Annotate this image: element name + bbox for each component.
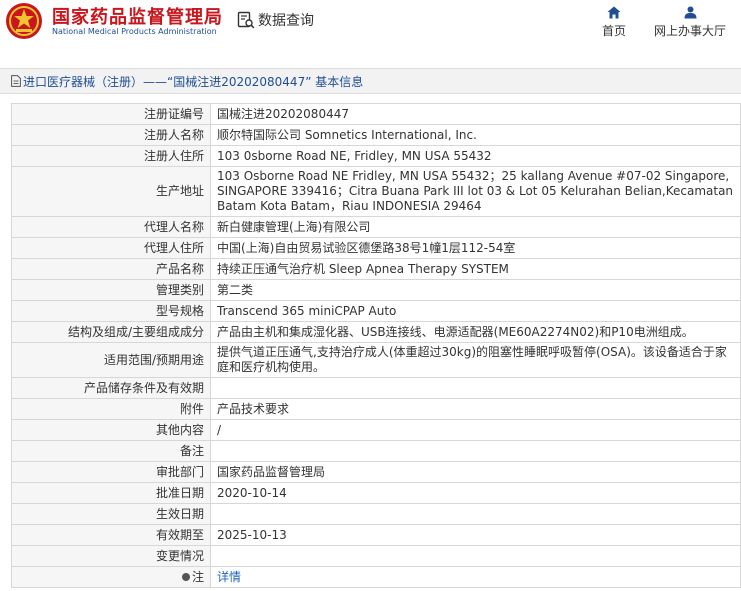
- other-value: /: [210, 419, 741, 441]
- nav-home-label: 首页: [601, 24, 626, 38]
- registration-detail-table: 注册证编号 国械注进20202080447 注册人名称 顺尔特国际公司 Somn…: [11, 103, 741, 588]
- structure-label: 结构及组成/主要组成成分: [11, 321, 211, 343]
- nav-home-link[interactable]: 首页: [600, 6, 628, 39]
- agent-address-value: 中国(上海)自由贸易试验区德堡路38号1幢1层112-54室: [210, 237, 741, 259]
- home-icon: [607, 6, 621, 19]
- search-document-icon: [237, 11, 255, 29]
- registrant-name-label: 注册人名称: [11, 124, 211, 146]
- table-row: 型号规格 Transcend 365 miniCPAP Auto: [11, 300, 741, 322]
- data-query-link[interactable]: 数据查询: [237, 10, 314, 30]
- remarks-value: [210, 440, 741, 462]
- document-icon: [11, 75, 21, 87]
- other-label: 其他内容: [11, 419, 211, 441]
- table-row: 产品储存条件及有效期: [11, 377, 741, 399]
- attachment-label: 附件: [11, 398, 211, 420]
- note-label-cell: 注: [11, 566, 211, 588]
- registrant-address-label: 注册人住所: [11, 145, 211, 167]
- remarks-label: 备注: [11, 440, 211, 462]
- intended-use-value: 提供气道正压通气,支持治疗成人(体重超过30kg)的阻塞性睡眠呼吸暂停(OSA)…: [210, 342, 741, 378]
- table-row: 代理人住所 中国(上海)自由贸易试验区德堡路38号1幢1层112-54室: [11, 237, 741, 259]
- changes-label: 变更情况: [11, 545, 211, 567]
- registration-no-value: 国械注进20202080447: [210, 103, 741, 125]
- agency-name-en: National Medical Products Administration: [52, 27, 217, 36]
- table-row: 批准日期 2020-10-14: [11, 482, 741, 504]
- management-class-value: 第二类: [210, 279, 741, 301]
- agency-name-cn: 国家药品监督管理局: [52, 7, 223, 28]
- info-dot-icon: [181, 573, 190, 581]
- storage-label: 产品储存条件及有效期: [11, 377, 211, 399]
- effective-date-label: 生效日期: [11, 503, 211, 525]
- approval-dept-label: 审批部门: [11, 461, 211, 483]
- registration-no-label: 注册证编号: [11, 103, 211, 125]
- model-spec-value: Transcend 365 miniCPAP Auto: [210, 300, 741, 322]
- nav-online-hall-label: 网上办事大厅: [653, 24, 726, 38]
- nav-online-hall-link[interactable]: 网上办事大厅: [652, 6, 728, 39]
- table-row: 注册证编号 国械注进20202080447: [11, 103, 741, 125]
- table-row: 产品名称 持续正压通气治疗机 Sleep Apnea Therapy SYSTE…: [11, 258, 741, 280]
- table-row: 生效日期: [11, 503, 741, 525]
- valid-until-label: 有效期至: [11, 524, 211, 546]
- table-row: 注 详情: [11, 566, 741, 588]
- user-icon: [684, 6, 696, 19]
- table-row: 注册人住所 103 0sborne Road NE, Fridley, MN U…: [11, 145, 741, 167]
- attachment-value: 产品技术要求: [210, 398, 741, 420]
- registrant-address-value: 103 0sborne Road NE, Fridley, MN USA 554…: [210, 145, 741, 167]
- production-address-label: 生产地址: [11, 166, 211, 217]
- approval-dept-value: 国家药品监督管理局: [210, 461, 741, 483]
- table-row: 其他内容 /: [11, 419, 741, 441]
- table-row: 审批部门 国家药品监督管理局: [11, 461, 741, 483]
- structure-value: 产品由主机和集成湿化器、USB连接线、电源适配器(ME60A2274N02)和P…: [210, 321, 741, 343]
- table-row: 适用范围/预期用途 提供气道正压通气,支持治疗成人(体重超过30kg)的阻塞性睡…: [11, 342, 741, 378]
- intended-use-label: 适用范围/预期用途: [11, 342, 211, 378]
- table-row: 结构及组成/主要组成成分 产品由主机和集成湿化器、USB连接线、电源适配器(ME…: [11, 321, 741, 343]
- storage-value: [210, 377, 741, 399]
- table-row: 变更情况: [11, 545, 741, 567]
- note-label: 注: [191, 569, 204, 584]
- data-query-label: 数据查询: [258, 13, 314, 29]
- details-link[interactable]: 详情: [217, 570, 241, 584]
- effective-date-value: [210, 503, 741, 525]
- agent-name-value: 新白健康管理(上海)有限公司: [210, 216, 741, 238]
- note-value-cell: 详情: [210, 566, 741, 588]
- agency-emblem-icon: [6, 3, 42, 39]
- approval-date-value: 2020-10-14: [210, 482, 741, 504]
- product-name-label: 产品名称: [11, 258, 211, 280]
- table-row: 附件 产品技术要求: [11, 398, 741, 420]
- model-spec-label: 型号规格: [11, 300, 211, 322]
- table-row: 生产地址 103 Osborne Road NE Fridley, MN USA…: [11, 166, 741, 217]
- changes-value: [210, 545, 741, 567]
- table-row: 代理人名称 新白健康管理(上海)有限公司: [11, 216, 741, 238]
- site-header: 国家药品监督管理局 National Medical Products Admi…: [0, 0, 741, 50]
- valid-until-value: 2025-10-13: [210, 524, 741, 546]
- table-row: 管理类别 第二类: [11, 279, 741, 301]
- breadcrumb-text: 进口医疗器械（注册）——“国械注进20202080447” 基本信息: [23, 74, 364, 89]
- table-row: 备注: [11, 440, 741, 462]
- production-address-value: 103 Osborne Road NE Fridley, MN USA 5543…: [210, 166, 741, 217]
- table-row: 有效期至 2025-10-13: [11, 524, 741, 546]
- table-row: 注册人名称 顺尔特国际公司 Somnetics International, I…: [11, 124, 741, 146]
- registrant-name-value: 顺尔特国际公司 Somnetics International, Inc.: [210, 124, 741, 146]
- agent-name-label: 代理人名称: [11, 216, 211, 238]
- approval-date-label: 批准日期: [11, 482, 211, 504]
- product-name-value: 持续正压通气治疗机 Sleep Apnea Therapy SYSTEM: [210, 258, 741, 280]
- agent-address-label: 代理人住所: [11, 237, 211, 259]
- management-class-label: 管理类别: [11, 279, 211, 301]
- breadcrumb: 进口医疗器械（注册）——“国械注进20202080447” 基本信息: [0, 68, 741, 94]
